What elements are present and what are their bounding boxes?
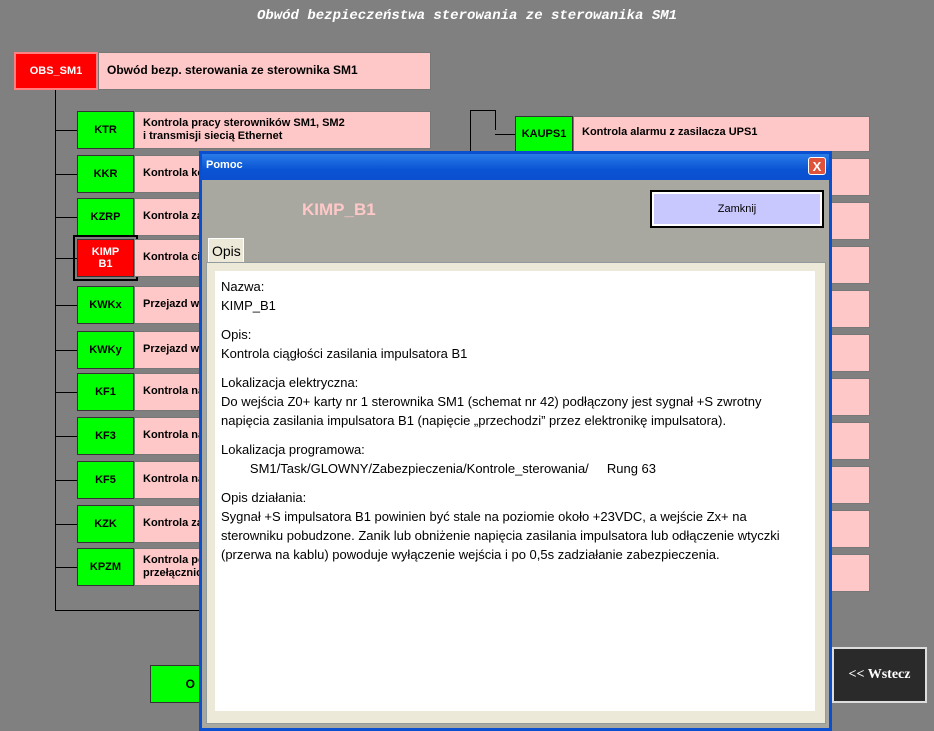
help-section: Lokalizacja elektryczna: Do wejścia Z0+ k…: [221, 373, 809, 430]
help-content: Nazwa: KIMP_B1 Opis: Kontrola ciągłości zas…: [215, 271, 815, 711]
code-obs-sm1[interactable]: OBS_SM1: [14, 52, 98, 90]
section-text: SM1/Task/GLOWNY/Zabezpieczenia/Kontrole_…: [221, 461, 656, 476]
code-item[interactable]: KIMP B1: [73, 235, 138, 281]
section-label: Lokalizacja elektryczna:: [221, 375, 359, 390]
desc-obs-sm1: Obwód bezp. sterowania ze sterownika SM1: [98, 52, 431, 90]
tree-line: [55, 258, 77, 259]
tree-line: [55, 130, 77, 131]
right-row: [830, 422, 870, 460]
right-row: [830, 290, 870, 328]
desc-kaups1: Kontrola alarmu z zasilacza UPS1: [573, 116, 870, 152]
right-row: [830, 158, 870, 196]
section-label: Nazwa:: [221, 279, 265, 294]
dialog-heading: KIMP_B1: [302, 200, 376, 219]
section-label: Opis:: [221, 327, 252, 342]
help-dialog: Pomoc X KIMP_B1 Zamknij Opis Nazwa: KIMP_…: [199, 151, 832, 731]
help-section: Nazwa: KIMP_B1: [221, 277, 809, 315]
code-item[interactable]: KF1: [77, 373, 134, 411]
section-text: Sygnał +S impulsatora B1 powinien być st…: [221, 509, 784, 562]
desc-item: Kontrola pracy sterowników SM1, SM2 i tr…: [134, 111, 431, 149]
close-icon[interactable]: X: [808, 157, 826, 175]
right-row: [830, 554, 870, 592]
tree-line: [55, 567, 77, 568]
code-item[interactable]: KZK: [77, 505, 134, 543]
code-item[interactable]: KF3: [77, 417, 134, 455]
code-item[interactable]: KPZM: [77, 548, 134, 586]
code-item[interactable]: KWKy: [77, 331, 134, 369]
right-row: [830, 202, 870, 240]
tree-line: [55, 217, 77, 218]
right-row: [830, 510, 870, 548]
code-item[interactable]: KTR: [77, 111, 134, 149]
tree-line: [55, 436, 77, 437]
page-title: Obwód bezpieczeństwa sterowania ze stero…: [256, 8, 678, 24]
section-text: Do wejścia Z0+ karty nr 1 sterownika SM1…: [221, 394, 766, 428]
right-row: [830, 246, 870, 284]
section-text: KIMP_B1: [221, 298, 276, 313]
section-label: Opis działania:: [221, 490, 307, 505]
help-section: Opis: Kontrola ciągłości zasilania impuls…: [221, 325, 809, 363]
tree-line: [55, 174, 77, 175]
back-button[interactable]: << Wstecz: [832, 647, 927, 703]
code-item[interactable]: KWKx: [77, 286, 134, 324]
right-row: [830, 466, 870, 504]
right-row: [830, 378, 870, 416]
tree-line: [55, 305, 77, 306]
section-label: Lokalizacja programowa:: [221, 442, 365, 457]
help-section: Opis działania: Sygnał +S impulsatora B1 …: [221, 488, 809, 564]
tree-line: [55, 350, 77, 351]
tree-line: [495, 110, 496, 130]
dialog-titlebar[interactable]: Pomoc X: [202, 154, 829, 180]
tree-line: [55, 524, 77, 525]
bottom-green-button[interactable]: O: [150, 665, 202, 703]
tree-line: [495, 134, 515, 135]
tree-line: [55, 480, 77, 481]
code-kaups1[interactable]: KAUPS1: [515, 116, 573, 152]
code-item[interactable]: KKR: [77, 155, 134, 193]
section-text: Kontrola ciągłości zasilania impulsatora…: [221, 346, 468, 361]
code-item[interactable]: KZRP: [77, 198, 134, 236]
help-section: Lokalizacja programowa: SM1/Task/GLOWNY/…: [221, 440, 809, 478]
tab-opis[interactable]: Opis: [208, 238, 244, 263]
tab-panel: Nazwa: KIMP_B1 Opis: Kontrola ciągłości zas…: [206, 262, 826, 724]
tree-line: [55, 392, 77, 393]
right-row: [830, 334, 870, 372]
zamknij-button[interactable]: Zamknij: [650, 190, 824, 228]
dialog-body: KIMP_B1 Zamknij Opis Nazwa: KIMP_B1 Opis: K…: [202, 180, 829, 728]
code-item[interactable]: KF5: [77, 461, 134, 499]
dialog-title: Pomoc: [206, 159, 243, 171]
tree-line: [470, 110, 495, 111]
